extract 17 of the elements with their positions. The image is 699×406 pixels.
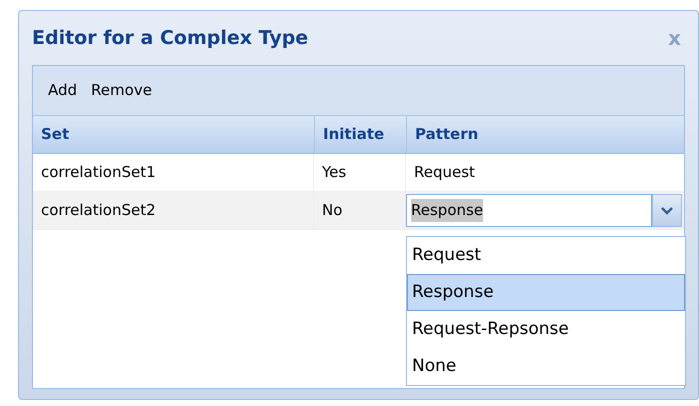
chevron-down-icon xyxy=(661,206,673,214)
toolbar-button[interactable]: Add xyxy=(43,79,82,102)
table-cell: correlationSet1 xyxy=(33,154,314,191)
column-header[interactable]: Initiate xyxy=(314,116,406,153)
column-header[interactable]: Pattern xyxy=(406,116,684,153)
table-cell: correlationSet2 xyxy=(33,192,314,229)
dropdown-option[interactable]: Request-Repsonse xyxy=(407,311,685,348)
table-cell-text: Request xyxy=(413,162,476,184)
dropdown-button[interactable] xyxy=(652,194,682,227)
selected-value: Response xyxy=(411,199,484,222)
dropdown-option[interactable]: Request xyxy=(407,237,685,274)
toolbar-button[interactable]: Remove xyxy=(86,79,157,102)
dropdown-option[interactable]: Response xyxy=(407,274,685,311)
table-cell: Yes xyxy=(314,154,406,191)
window-title: Editor for a Complex Type xyxy=(32,26,308,51)
dropdown-option[interactable]: None xyxy=(407,348,685,385)
column-header[interactable]: Set xyxy=(33,116,314,153)
